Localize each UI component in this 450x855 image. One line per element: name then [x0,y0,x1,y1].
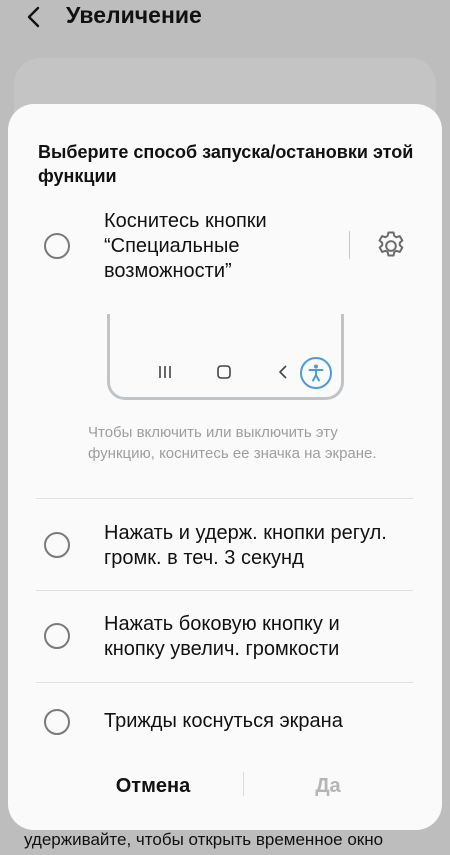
cancel-button[interactable]: Отмена [68,768,238,804]
divider [36,682,413,683]
accessibility-icon [300,357,332,389]
option-divider [349,231,350,259]
chevron-left-icon [27,6,40,28]
option-label-accessibility-button[interactable]: Коснитесь кнопки “Специальные возможност… [104,209,339,284]
radio-side-and-volume-up[interactable] [44,623,70,649]
shortcut-dialog: Выберите способ запуска/остановки этой ф… [8,104,442,830]
settings-button[interactable] [373,228,409,264]
divider [36,498,413,499]
dialog-title: Выберите способ запуска/остановки этой ф… [38,142,414,186]
back-icon [279,365,287,379]
background-text: удерживайте, чтобы открыть временное окн… [24,830,384,849]
home-icon [217,365,231,379]
radio-volume-keys[interactable] [44,532,70,558]
back-button[interactable] [22,4,46,30]
hint-text: Чтобы включить или выключить эту функцию… [88,424,377,462]
divider [36,590,413,591]
page-title: Увеличение [66,2,202,28]
recents-icon [159,366,171,378]
option-label-triple-tap[interactable]: Трижды коснуться экрана [104,709,414,734]
button-divider [243,772,244,796]
option-label-volume-keys[interactable]: Нажать и удерж. кнопки регул. громк. в т… [104,521,414,571]
radio-accessibility-button[interactable] [44,233,70,259]
ok-button[interactable]: Да [248,768,408,804]
radio-triple-tap[interactable] [44,709,70,735]
gear-icon [378,231,404,257]
option-label-side-and-volume-up[interactable]: Нажать боковую кнопку и кнопку увелич. г… [104,612,404,662]
app-bar: Увеличение [0,0,450,40]
